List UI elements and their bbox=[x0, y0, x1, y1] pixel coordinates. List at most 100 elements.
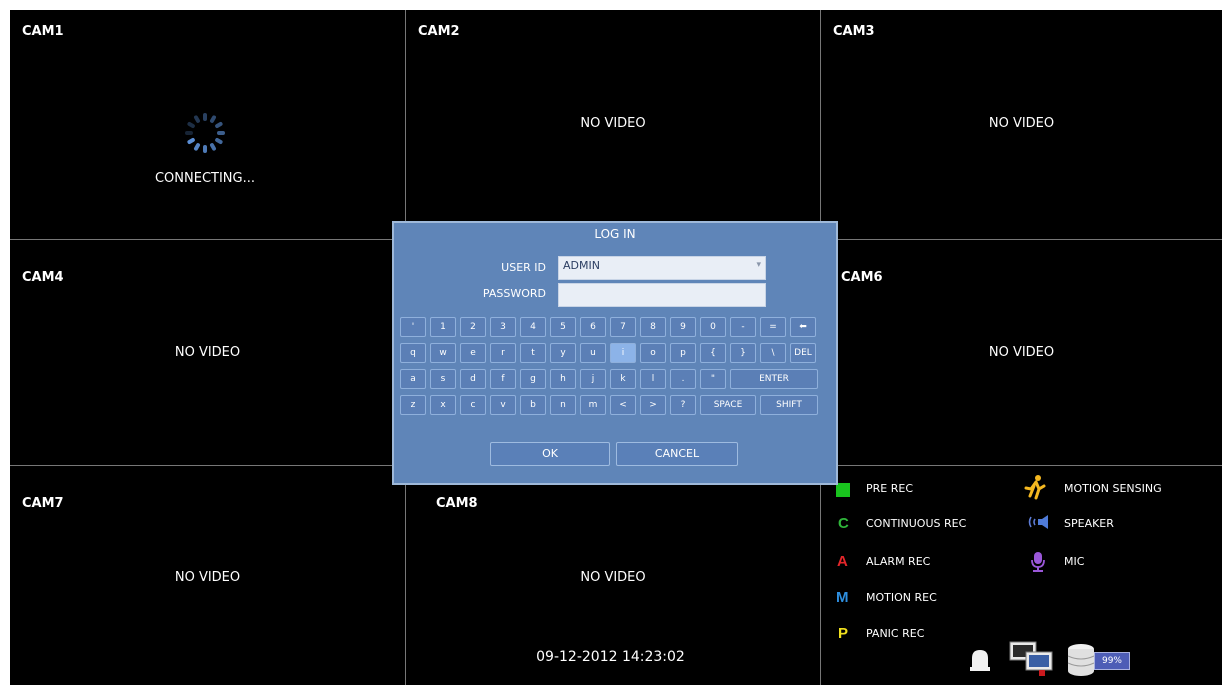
key-shift[interactable]: SHIFT bbox=[760, 395, 818, 415]
spinner-tick bbox=[209, 142, 217, 152]
key-p[interactable]: p bbox=[670, 343, 696, 363]
camera-tile-cam2[interactable]: CAM2 NO VIDEO bbox=[406, 10, 820, 239]
key-i[interactable]: i bbox=[610, 343, 636, 363]
no-video-status: NO VIDEO bbox=[580, 116, 646, 131]
hdd-icon[interactable] bbox=[1066, 643, 1096, 677]
key-6[interactable]: 6 bbox=[580, 317, 606, 337]
camera-tile-cam3[interactable]: CAM3 NO VIDEO bbox=[821, 10, 1222, 239]
key-f[interactable]: f bbox=[490, 369, 516, 389]
camera-label: CAM1 bbox=[22, 24, 64, 39]
camera-label: CAM2 bbox=[418, 24, 460, 39]
key-c[interactable]: c bbox=[460, 395, 486, 415]
spinner-tick bbox=[217, 131, 225, 135]
key-h[interactable]: h bbox=[550, 369, 576, 389]
motion-sensing-icon bbox=[1024, 475, 1046, 500]
no-video-status: NO VIDEO bbox=[174, 570, 241, 585]
key-w[interactable]: w bbox=[430, 343, 456, 363]
key-symbol[interactable]: } bbox=[730, 343, 756, 363]
key-symbol[interactable]: ' bbox=[400, 317, 426, 337]
key-del[interactable]: DEL bbox=[790, 343, 816, 363]
key-q[interactable]: q bbox=[400, 343, 426, 363]
key-t[interactable]: t bbox=[520, 343, 546, 363]
camera-tile-cam6[interactable]: CAM6 NO VIDEO bbox=[821, 240, 1222, 465]
key-n[interactable]: n bbox=[550, 395, 576, 415]
camera-label: CAM4 bbox=[22, 270, 64, 285]
key-1[interactable]: 1 bbox=[430, 317, 456, 337]
key-4[interactable]: 4 bbox=[520, 317, 546, 337]
key-8[interactable]: 8 bbox=[640, 317, 666, 337]
key-s[interactable]: s bbox=[430, 369, 456, 389]
key-g[interactable]: g bbox=[520, 369, 546, 389]
key-u[interactable]: u bbox=[580, 343, 606, 363]
ok-button[interactable]: OK bbox=[490, 442, 610, 466]
continuous-rec-icon: C bbox=[838, 515, 849, 532]
network-monitor-icon[interactable] bbox=[1008, 640, 1058, 678]
key-symbol[interactable]: > bbox=[640, 395, 666, 415]
dialog-title: LOG IN bbox=[594, 227, 636, 241]
legend-motion-rec: MOTION REC bbox=[866, 591, 937, 604]
key-k[interactable]: k bbox=[610, 369, 636, 389]
key-0[interactable]: 0 bbox=[700, 317, 726, 337]
key-o[interactable]: o bbox=[640, 343, 666, 363]
key-y[interactable]: y bbox=[550, 343, 576, 363]
legend-mic: MIC bbox=[1064, 555, 1085, 568]
camera-tile-cam1[interactable]: CAM1 CONNECTING... bbox=[10, 10, 405, 239]
user-id-label: USER ID bbox=[501, 261, 546, 274]
key-a[interactable]: a bbox=[400, 369, 426, 389]
key-symbol[interactable]: < bbox=[610, 395, 636, 415]
camera-label: CAM3 bbox=[833, 24, 875, 39]
key-symbol[interactable]: ? bbox=[670, 395, 696, 415]
key-2[interactable]: 2 bbox=[460, 317, 486, 337]
key-r[interactable]: r bbox=[490, 343, 516, 363]
key-space[interactable]: SPACE bbox=[700, 395, 756, 415]
password-field[interactable] bbox=[558, 283, 766, 307]
key-7[interactable]: 7 bbox=[610, 317, 636, 337]
key-symbol[interactable]: ⬅ bbox=[790, 317, 816, 337]
no-video-status: NO VIDEO bbox=[174, 345, 241, 360]
connecting-status: CONNECTING... bbox=[154, 171, 256, 186]
key-v[interactable]: v bbox=[490, 395, 516, 415]
cancel-button[interactable]: CANCEL bbox=[616, 442, 738, 466]
date-time-display: 09-12-2012 14:23:02 bbox=[536, 649, 685, 665]
chevron-down-icon: ▾ bbox=[756, 260, 761, 270]
key-m[interactable]: m bbox=[580, 395, 606, 415]
spinner-tick bbox=[193, 114, 201, 124]
key-symbol[interactable]: \ bbox=[760, 343, 786, 363]
key-d[interactable]: d bbox=[460, 369, 486, 389]
spinner-tick bbox=[186, 121, 196, 129]
user-id-select[interactable]: ADMIN ▾ bbox=[558, 256, 766, 280]
legend-continuous-rec: CONTINUOUS REC bbox=[866, 517, 967, 530]
spinner-tick bbox=[214, 121, 224, 129]
camera-tile-cam4[interactable]: CAM4 NO VIDEO bbox=[10, 240, 405, 465]
no-video-status: NO VIDEO bbox=[988, 116, 1055, 131]
key-z[interactable]: z bbox=[400, 395, 426, 415]
key-l[interactable]: l bbox=[640, 369, 666, 389]
key-symbol[interactable]: " bbox=[700, 369, 726, 389]
key-symbol[interactable]: = bbox=[760, 317, 786, 337]
key-symbol[interactable]: . bbox=[670, 369, 696, 389]
alarm-bell-icon[interactable] bbox=[968, 647, 992, 673]
motion-rec-icon: M bbox=[836, 589, 849, 606]
key-3[interactable]: 3 bbox=[490, 317, 516, 337]
key-j[interactable]: j bbox=[580, 369, 606, 389]
hdd-usage-percent: 99% bbox=[1094, 652, 1130, 670]
spinner-tick bbox=[193, 142, 201, 152]
key-5[interactable]: 5 bbox=[550, 317, 576, 337]
legend-panic-rec: PANIC REC bbox=[866, 627, 925, 640]
key-b[interactable]: b bbox=[520, 395, 546, 415]
key-symbol[interactable]: { bbox=[700, 343, 726, 363]
key-symbol[interactable]: - bbox=[730, 317, 756, 337]
legend-speaker: SPEAKER bbox=[1064, 517, 1114, 530]
key-e[interactable]: e bbox=[460, 343, 486, 363]
legend-motion-sensing: MOTION SENSING bbox=[1064, 482, 1162, 495]
camera-tile-cam7[interactable]: CAM7 NO VIDEO bbox=[10, 466, 405, 685]
key-x[interactable]: x bbox=[430, 395, 456, 415]
alarm-rec-icon: A bbox=[837, 553, 848, 570]
spinner-tick bbox=[209, 114, 217, 124]
key-9[interactable]: 9 bbox=[670, 317, 696, 337]
camera-label: CAM8 bbox=[436, 496, 478, 511]
spinner-tick bbox=[185, 131, 193, 135]
login-dialog: LOG IN USER ID ADMIN ▾ PASSWORD ' 1 2 3 4 5 6 7… bbox=[392, 221, 838, 485]
panic-rec-icon: P bbox=[838, 625, 849, 642]
key-enter[interactable]: ENTER bbox=[730, 369, 818, 389]
